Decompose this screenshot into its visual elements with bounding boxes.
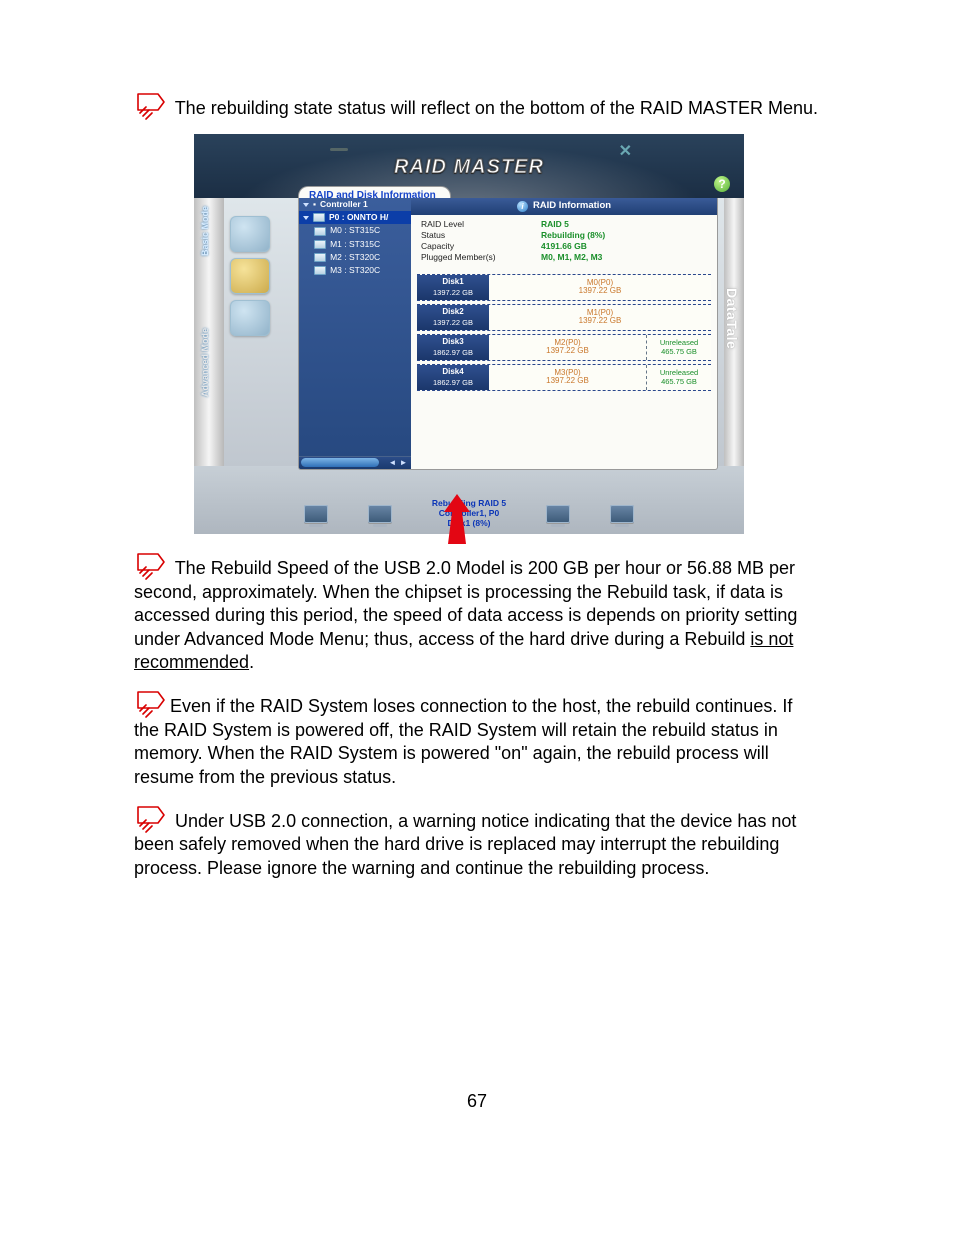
right-rail: DataTale — [724, 198, 744, 466]
tool-icons — [230, 210, 288, 342]
note-1-text: The rebuilding state status will reflect… — [175, 98, 818, 118]
tree-scrollbar[interactable]: ◄► — [299, 456, 411, 469]
tool-disk-icon[interactable] — [230, 216, 270, 252]
note-3: Even if the RAID System loses connection… — [134, 688, 820, 789]
monitor-icon[interactable] — [546, 505, 570, 523]
note-2: The Rebuild Speed of the USB 2.0 Model i… — [134, 550, 820, 674]
pencil-icon — [134, 803, 170, 833]
pencil-icon — [134, 90, 170, 120]
close-icon[interactable]: ✕ — [619, 142, 632, 163]
monitor-icon[interactable] — [304, 505, 328, 523]
page-number: 67 — [134, 1090, 820, 1113]
app-title: RAID MASTER — [394, 154, 544, 180]
tree-m2: M2 : ST320C — [299, 251, 411, 264]
raid-info-header: i RAID Information — [411, 198, 717, 214]
rail-basic-mode[interactable]: Basic Mode — [200, 206, 212, 256]
disk-row-3: Disk31862.97 GB M2(P0)1397.22 GB Unrelea… — [417, 334, 711, 361]
monitor-icon[interactable] — [368, 505, 392, 523]
pencil-icon — [134, 550, 170, 580]
tree-controller: ▪ Controller 1 — [299, 198, 411, 211]
disk-list: Disk11397.22 GB M0(P0)1397.22 GB Disk213… — [411, 269, 717, 391]
rebuild-status: Rebuilding RAID 5 Controller1, P0 Disk1 … — [432, 499, 506, 528]
main-panel: ▪ Controller 1 P0 : ONNTO H/ M0 : ST315C… — [298, 198, 718, 470]
info-icon: i — [517, 201, 528, 212]
monitor-icon[interactable] — [610, 505, 634, 523]
note-2-text-a: The Rebuild Speed of the USB 2.0 Model i… — [134, 558, 797, 648]
note-4: Under USB 2.0 connection, a warning noti… — [134, 803, 820, 880]
tool-config-icon[interactable] — [230, 258, 270, 294]
brand-label: DataTale — [723, 288, 741, 349]
disk-row-4: Disk41862.97 GB M3(P0)1397.22 GB Unrelea… — [417, 364, 711, 391]
tree-m1: M1 : ST315C — [299, 238, 411, 251]
disk-row-1: Disk11397.22 GB M0(P0)1397.22 GB — [417, 274, 711, 301]
raid-master-screenshot: ✕ RAID MASTER ? Basic Mode Advanced Mode… — [194, 134, 760, 534]
raid-info-kv: RAID LevelRAID 5 StatusRebuilding (8%) C… — [411, 215, 717, 269]
pencil-icon — [134, 688, 170, 718]
disk-row-2: Disk21397.22 GB M1(P0)1397.22 GB — [417, 304, 711, 331]
note-4-text: Under USB 2.0 connection, a warning noti… — [134, 811, 796, 878]
minimize-icon[interactable] — [330, 148, 348, 151]
left-rail: Basic Mode Advanced Mode — [194, 198, 224, 466]
tree-m0: M0 : ST315C — [299, 224, 411, 237]
tool-view-icon[interactable] — [230, 300, 270, 336]
note-1: The rebuilding state status will reflect… — [134, 90, 820, 120]
device-tree[interactable]: ▪ Controller 1 P0 : ONNTO H/ M0 : ST315C… — [299, 198, 411, 469]
tree-m3: M3 : ST320C — [299, 264, 411, 277]
note-3-text: Even if the RAID System loses connection… — [134, 696, 792, 786]
tree-p0: P0 : ONNTO H/ — [299, 211, 411, 224]
raid-info-panel: i RAID Information RAID LevelRAID 5 Stat… — [411, 198, 717, 453]
bottom-thumbnails: Rebuilding RAID 5 Controller1, P0 Disk1 … — [194, 499, 744, 528]
rail-advanced-mode[interactable]: Advanced Mode — [200, 328, 212, 397]
